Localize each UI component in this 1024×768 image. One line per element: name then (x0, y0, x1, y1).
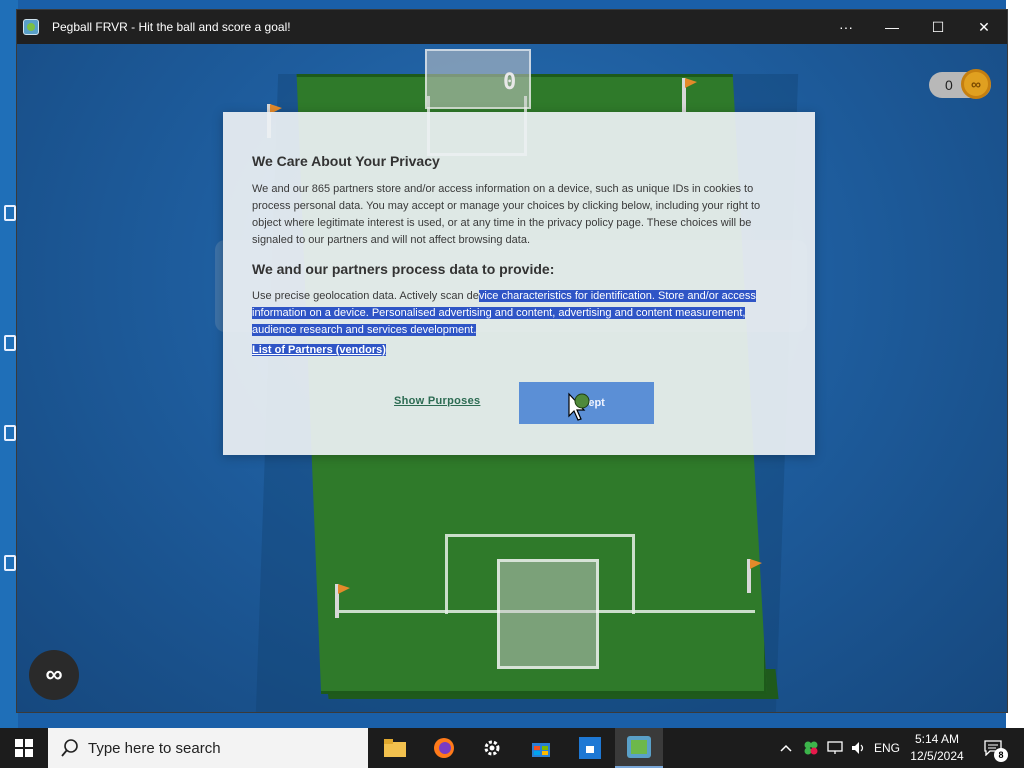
secure-app-button[interactable] (566, 728, 614, 768)
dialog-title: We Care About Your Privacy (252, 153, 440, 169)
desktop-app-icon (4, 205, 16, 221)
corner-flag (747, 559, 751, 593)
minimize-button[interactable]: — (869, 10, 915, 44)
taskbar-search-box[interactable]: Type here to search (48, 728, 368, 768)
title-bar[interactable]: Pegball FRVR - Hit the ball and score a … (17, 10, 1007, 44)
firefox-button[interactable] (420, 728, 468, 768)
busy-cursor-icon (568, 392, 590, 421)
purposes-plain-text: Use precise geolocation data. Actively s… (252, 290, 479, 302)
volume-button[interactable] (848, 728, 870, 768)
pegball-app-icon (23, 19, 39, 35)
clover-icon (804, 741, 818, 755)
pegball-icon (627, 736, 651, 758)
partners-link[interactable]: List of Partners (vendors) (252, 344, 386, 356)
language-indicator[interactable]: ENG (872, 728, 902, 768)
start-button[interactable] (0, 728, 48, 768)
show-hidden-icons-button[interactable] (776, 728, 796, 768)
clock-date: 12/5/2024 (910, 749, 964, 763)
speaker-icon (852, 742, 864, 754)
notification-count-badge: 8 (994, 748, 1008, 762)
score-display: 0 (503, 70, 517, 95)
corner-flag (335, 584, 339, 618)
settings-button[interactable] (468, 728, 516, 768)
firefox-icon (434, 738, 454, 758)
taskbar: Type here to search ENG 5:14 AM 12/5/202… (0, 728, 1024, 768)
chevron-up-icon (780, 744, 792, 752)
store-bag-icon (532, 743, 550, 757)
tray-app-button[interactable] (800, 728, 822, 768)
desktop-right-strip (1006, 0, 1024, 728)
coin-icon: ∞ (961, 69, 991, 99)
infinity-menu-button[interactable]: ∞ (29, 650, 79, 700)
clock[interactable]: 5:14 AM 12/5/2024 (902, 731, 972, 765)
search-placeholder: Type here to search (88, 740, 221, 757)
folder-icon (384, 739, 406, 757)
network-button[interactable] (824, 728, 846, 768)
privacy-consent-dialog: We Care About Your Privacy We and our 86… (223, 112, 815, 455)
pegball-taskbar-button[interactable] (615, 728, 663, 768)
close-button[interactable]: ✕ (961, 10, 1007, 44)
bottom-goal (497, 559, 599, 669)
desktop-app-icon (4, 425, 16, 441)
window-title: Pegball FRVR - Hit the ball and score a … (52, 20, 291, 34)
gear-icon (484, 740, 500, 756)
network-icon (827, 741, 843, 754)
dialog-intro-text: We and our 865 partners store and/or acc… (252, 183, 761, 246)
dialog-purposes-text: Use precise geolocation data. Actively s… (252, 288, 787, 339)
search-icon (61, 739, 78, 757)
dialog-subtitle: We and our partners process data to prov… (252, 261, 555, 277)
desktop-app-icon (4, 335, 16, 351)
coin-count: 0 (945, 77, 953, 93)
more-options-button[interactable]: ··· (823, 10, 869, 44)
microsoft-store-button[interactable] (517, 728, 565, 768)
maximize-button[interactable]: ☐ (915, 10, 961, 44)
corner-flag (682, 78, 686, 112)
desktop-app-icon (4, 555, 16, 571)
blue-lock-app-icon (579, 737, 601, 759)
file-explorer-button[interactable] (371, 728, 419, 768)
windows-logo-icon (15, 739, 33, 757)
clock-time: 5:14 AM (914, 732, 960, 746)
coin-counter[interactable]: 0 ∞ (929, 69, 991, 99)
desktop-left-strip (0, 0, 18, 728)
show-purposes-button[interactable]: Show Purposes (394, 395, 480, 407)
